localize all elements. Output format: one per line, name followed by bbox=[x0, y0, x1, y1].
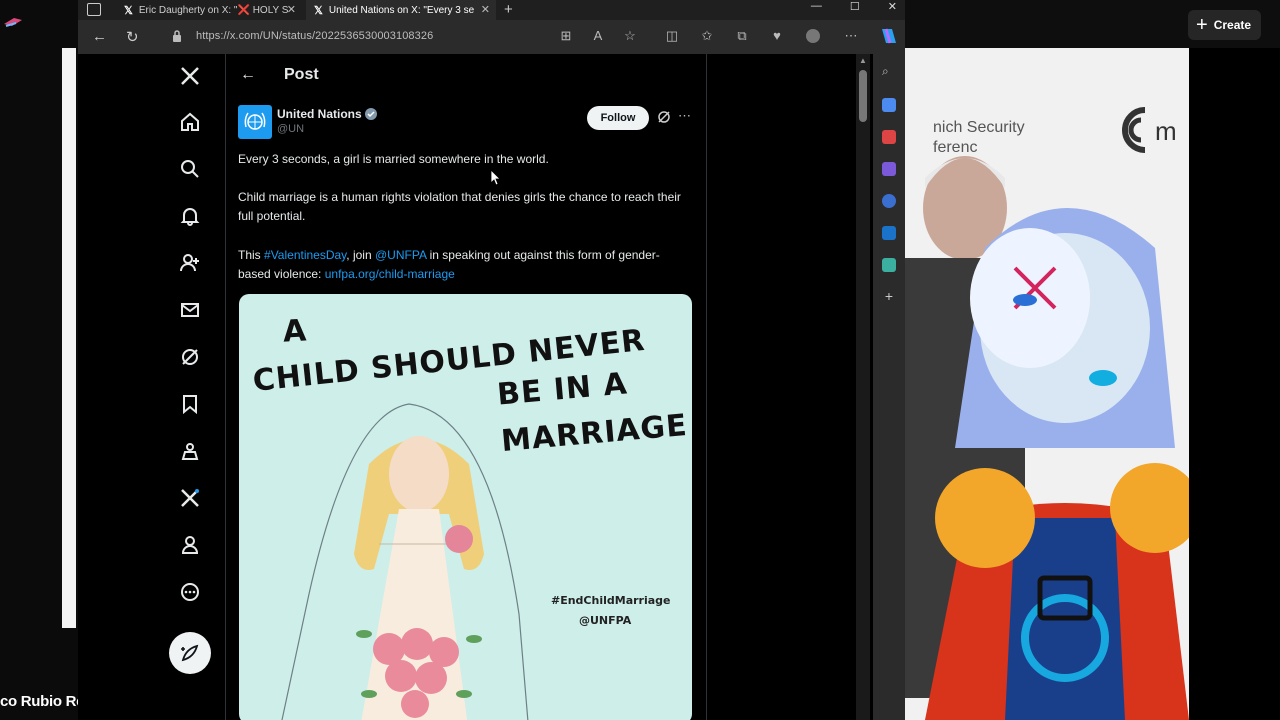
bride-illustration bbox=[281, 403, 529, 720]
post-header: ← Post bbox=[226, 54, 706, 98]
vtuber-avatar bbox=[925, 208, 1189, 720]
settings-more-icon[interactable]: ⋯ bbox=[844, 29, 858, 43]
tweet-text-line2: Child marriage is a human rights violati… bbox=[238, 190, 681, 223]
x-sidebar-nav bbox=[78, 54, 226, 720]
post-more-icon[interactable]: ⋯ bbox=[678, 108, 692, 124]
tab-actions-icon[interactable] bbox=[87, 3, 101, 16]
close-tab-icon[interactable]: ✕ bbox=[287, 3, 296, 16]
url-field[interactable]: https://x.com/UN/status/2022536530003108… bbox=[158, 26, 560, 48]
browser-window: 𝕏 Eric Daugherty on X: "❌ HOLY S ✕ 𝕏 Uni… bbox=[78, 0, 905, 720]
sidebar-shopping-icon[interactable] bbox=[882, 98, 896, 112]
notifications-bell-icon[interactable] bbox=[178, 204, 202, 228]
more-options-icon[interactable] bbox=[178, 580, 202, 604]
page-title: Post bbox=[284, 66, 319, 83]
poster-hashtag: #EndChildMarriage bbox=[551, 594, 671, 607]
follow-people-icon[interactable] bbox=[178, 251, 202, 275]
stream-right-edge bbox=[1189, 48, 1280, 720]
jobs-icon[interactable] bbox=[178, 439, 202, 463]
back-icon[interactable]: ← bbox=[92, 28, 107, 45]
edge-sidebar: ⌕ + bbox=[873, 54, 905, 720]
profile-avatar-icon[interactable] bbox=[806, 29, 820, 43]
sidebar-add-icon[interactable]: + bbox=[882, 289, 896, 304]
tab-eric-daugherty[interactable]: 𝕏 Eric Daugherty on X: "❌ HOLY S ✕ bbox=[116, 0, 302, 20]
address-bar: ← ↻ https://x.com/UN/status/202253653000… bbox=[78, 20, 905, 54]
un-emblem-icon bbox=[244, 112, 266, 130]
window-controls: — ☐ ✕ bbox=[811, 0, 897, 13]
close-tab-icon[interactable]: ✕ bbox=[481, 3, 490, 16]
grok-icon[interactable] bbox=[178, 345, 202, 369]
tab-bar: 𝕏 Eric Daugherty on X: "❌ HOLY S ✕ 𝕏 Uni… bbox=[78, 0, 905, 20]
explore-search-icon[interactable] bbox=[178, 157, 202, 181]
new-tab-button[interactable]: + bbox=[504, 1, 513, 18]
hashtag-link[interactable]: #ValentinesDay bbox=[264, 248, 346, 262]
stream-logo-icon bbox=[4, 18, 22, 27]
poster-handle: @UNFPA bbox=[579, 614, 632, 627]
favorites-icon[interactable]: ✩ bbox=[700, 29, 714, 43]
refresh-icon[interactable]: ↻ bbox=[126, 28, 139, 46]
scrollbar-thumb[interactable] bbox=[859, 70, 867, 122]
compose-post-button[interactable] bbox=[169, 632, 211, 674]
sidebar-search-icon[interactable]: ⌕ bbox=[882, 64, 896, 78]
minimize-icon[interactable]: — bbox=[811, 0, 822, 13]
split-screen-icon[interactable]: ◫ bbox=[665, 29, 679, 43]
stream-video-panel: nich Security ferenc m bbox=[905, 48, 1189, 720]
author-handle[interactable]: @UN bbox=[277, 123, 304, 135]
follow-button[interactable]: Follow bbox=[587, 106, 649, 130]
copilot-icon[interactable] bbox=[878, 25, 900, 47]
sidebar-outlook-icon[interactable] bbox=[882, 226, 896, 240]
lock-icon bbox=[173, 30, 181, 42]
tweet-text-line1: Every 3 seconds, a girl is married somew… bbox=[238, 152, 549, 166]
author-name[interactable]: United Nations bbox=[277, 107, 362, 121]
x-logo-icon: 𝕏 bbox=[314, 4, 323, 17]
feather-icon bbox=[181, 644, 199, 662]
bookmarks-icon[interactable] bbox=[178, 392, 202, 416]
maximize-icon[interactable]: ☐ bbox=[850, 0, 860, 13]
read-aloud-icon[interactable]: A bbox=[591, 29, 605, 43]
external-link[interactable]: unfpa.org/child-marriage bbox=[325, 267, 455, 281]
tweet-text-line3: This #ValentinesDay, join @UNFPA in spea… bbox=[238, 248, 660, 281]
sidebar-tools-icon[interactable] bbox=[882, 130, 896, 144]
collections-icon[interactable]: ⧉ bbox=[735, 29, 749, 43]
premium-x-icon[interactable] bbox=[178, 486, 202, 510]
grok-explain-icon[interactable] bbox=[657, 110, 671, 124]
profile-icon[interactable] bbox=[178, 533, 202, 557]
back-arrow-icon[interactable]: ← bbox=[240, 66, 256, 84]
create-button[interactable]: + Create bbox=[1188, 10, 1262, 40]
avatar[interactable] bbox=[238, 105, 272, 139]
sidebar-games-icon[interactable] bbox=[882, 162, 896, 176]
x-page: ← Post United Nations @UN Follow ⋯ Every… bbox=[78, 54, 873, 720]
verified-badge-icon bbox=[365, 108, 377, 120]
mention-link[interactable]: @UNFPA bbox=[375, 248, 426, 262]
browser-essentials-icon[interactable]: ♥ bbox=[770, 29, 784, 43]
install-app-icon[interactable]: ⊞ bbox=[559, 29, 573, 43]
x-logo-icon: 𝕏 bbox=[124, 4, 133, 17]
background-window-strip bbox=[62, 48, 76, 628]
stream-caption-name: co Rubio Re bbox=[0, 693, 85, 710]
close-window-icon[interactable]: ✕ bbox=[888, 0, 897, 13]
favorite-star-icon[interactable]: ☆ bbox=[623, 29, 637, 43]
tab-united-nations[interactable]: 𝕏 United Nations on X: "Every 3 se ✕ bbox=[306, 0, 496, 20]
home-icon[interactable] bbox=[178, 110, 202, 134]
sidebar-drop-icon[interactable] bbox=[882, 258, 896, 272]
page-scrollbar[interactable]: ▲ bbox=[856, 54, 870, 720]
post-column: ← Post United Nations @UN Follow ⋯ Every… bbox=[225, 54, 707, 720]
conference-logo-icon: m bbox=[1122, 107, 1177, 153]
tweet-image[interactable]: A CHILD SHOULD NEVER BE IN A MARRIAGE #E… bbox=[239, 294, 692, 720]
svg-text:m: m bbox=[1155, 116, 1177, 146]
sidebar-copilot-icon[interactable] bbox=[882, 194, 896, 208]
scroll-up-icon[interactable]: ▲ bbox=[859, 56, 867, 65]
messages-mail-icon[interactable] bbox=[178, 298, 202, 322]
mouse-cursor-icon bbox=[491, 170, 501, 186]
plus-icon: + bbox=[1196, 14, 1208, 36]
x-logo-icon[interactable] bbox=[178, 64, 202, 88]
